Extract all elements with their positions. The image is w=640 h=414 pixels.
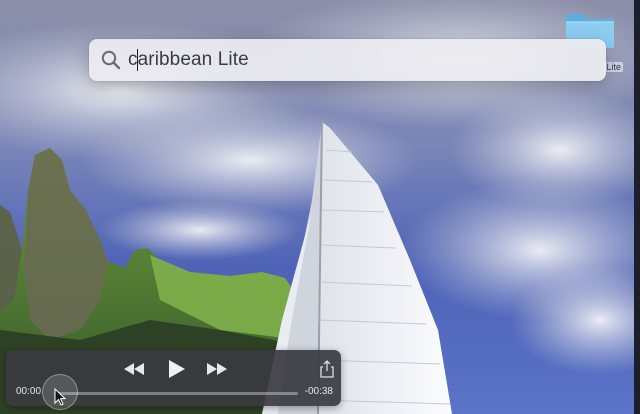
fast-forward-icon[interactable]	[205, 361, 229, 377]
mouse-pointer-icon	[54, 388, 66, 406]
search-input[interactable]: caribbean Lite	[128, 39, 249, 81]
share-icon[interactable]	[320, 360, 334, 378]
spotlight-search-bar[interactable]: caribbean Lite	[89, 39, 606, 81]
screen: Lite caribbean Lite 00:00 -00:38	[0, 0, 640, 414]
remaining-time: -00:38	[304, 386, 333, 397]
rewind-icon[interactable]	[122, 361, 146, 377]
search-icon	[101, 50, 121, 70]
elapsed-time: 00:00	[16, 386, 42, 397]
text-cursor	[137, 49, 138, 71]
play-icon[interactable]	[165, 358, 187, 380]
folder-label: Lite	[604, 62, 623, 72]
scrubber-track[interactable]	[54, 392, 298, 395]
search-query-text: caribbean Lite	[128, 49, 249, 70]
